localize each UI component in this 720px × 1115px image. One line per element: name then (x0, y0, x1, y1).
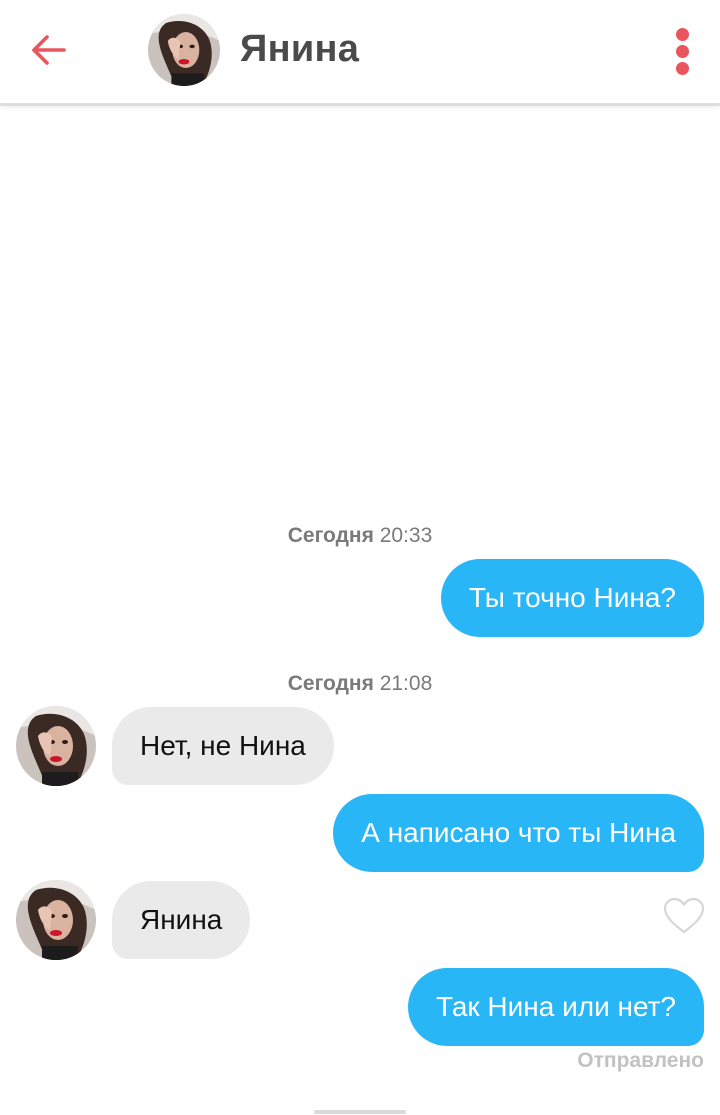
avatar-photo (16, 706, 96, 786)
incoming-message[interactable]: Нет, не Нина (112, 707, 334, 785)
home-indicator (314, 1110, 406, 1114)
like-button[interactable] (662, 896, 706, 936)
chat-screen: Янина Сегодня 20:33 Ты точно Нина? Сегод… (0, 0, 720, 1115)
arrow-left-icon (32, 35, 66, 65)
incoming-message[interactable]: Янина (112, 881, 251, 959)
outgoing-message[interactable]: Ты точно Нина? (440, 559, 704, 637)
chat-timestamp: Сегодня 21:08 (0, 672, 720, 696)
contact-name[interactable]: Янина (240, 28, 359, 71)
timestamp-time: 20:33 (379, 524, 433, 547)
timestamp-day: Сегодня (287, 672, 374, 695)
sender-avatar[interactable] (16, 706, 96, 786)
back-button[interactable] (22, 26, 76, 74)
timestamp-time: 21:08 (379, 672, 433, 695)
sender-avatar[interactable] (16, 880, 96, 960)
timestamp-day: Сегодня (287, 524, 374, 547)
contact-avatar[interactable] (148, 14, 220, 86)
heart-outline-icon (663, 897, 705, 934)
avatar-photo (148, 14, 220, 86)
chat-header: Янина (0, 0, 720, 106)
more-options-button[interactable] (664, 26, 700, 76)
chat-timestamp: Сегодня 20:33 (0, 524, 720, 548)
message-status: Отправлено (577, 1049, 704, 1072)
avatar-photo (16, 880, 96, 960)
outgoing-message[interactable]: А написано что ты Нина (333, 794, 704, 872)
outgoing-message[interactable]: Так Нина или нет? (407, 968, 704, 1046)
